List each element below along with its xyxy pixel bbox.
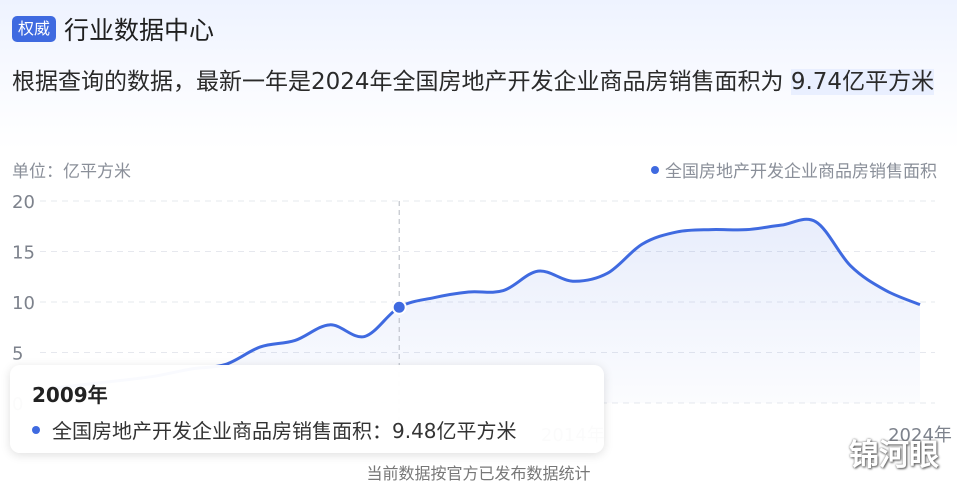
tooltip-year: 2009年 xyxy=(32,383,108,407)
data-point xyxy=(257,344,263,350)
data-point xyxy=(292,337,298,343)
legend-dot-icon xyxy=(651,165,659,174)
unit-label: 单位：亿平方米 xyxy=(12,162,131,182)
data-point xyxy=(500,288,506,294)
chart-legend[interactable]: 全国房地产开发企业商品房销售面积 xyxy=(651,157,937,182)
data-point xyxy=(813,219,819,225)
tooltip-row: 全国房地产开发企业商品房销售面积： 9.48亿平方米 xyxy=(32,415,517,444)
chart-tooltip: 2009年 全国房地产开发企业商品房销售面积： 9.48亿平方米 xyxy=(10,365,604,453)
y-tick-label: 10 xyxy=(12,293,35,314)
data-point xyxy=(570,278,576,284)
tooltip-dot-icon xyxy=(32,425,40,434)
data-point xyxy=(361,334,367,340)
answer-value: 9.74亿平方米 xyxy=(790,69,935,95)
page-title: 行业数据中心 xyxy=(64,16,215,45)
y-tick-label: 20 xyxy=(12,192,35,213)
tooltip-value: 9.48亿平方米 xyxy=(392,419,517,443)
data-point xyxy=(431,295,437,301)
authority-badge: 权威 xyxy=(12,16,57,42)
data-point xyxy=(882,287,888,293)
tooltip-colon: ： xyxy=(372,419,392,443)
answer-prefix: 根据查询的数据，最新一年是2024年全国房地产开发企业商品房销售面积为 xyxy=(12,69,791,95)
data-point xyxy=(466,289,472,295)
watermark: 锦河眼 xyxy=(849,438,939,473)
data-point xyxy=(743,227,749,233)
y-tick-label: 5 xyxy=(12,344,23,365)
data-point xyxy=(605,270,611,276)
data-point xyxy=(778,222,784,228)
data-point xyxy=(639,241,645,247)
legend-label: 全国房地产开发企业商品房销售面积 xyxy=(665,162,937,182)
answer-text: 根据查询的数据，最新一年是2024年全国房地产开发企业商品房销售面积为 9.74… xyxy=(12,64,937,100)
data-point xyxy=(535,268,541,274)
tooltip-series: 全国房地产开发企业商品房销售面积 xyxy=(52,419,372,443)
footnote: 当前数据按官方已发布数据统计 xyxy=(366,464,591,483)
data-point xyxy=(917,302,923,308)
highlight-point xyxy=(391,299,407,315)
y-tick-label: 15 xyxy=(12,243,35,264)
header: 权威 行业数据中心 xyxy=(12,12,214,46)
data-point xyxy=(674,229,680,235)
data-point xyxy=(327,322,333,328)
data-point xyxy=(848,263,854,269)
data-point xyxy=(709,227,715,233)
